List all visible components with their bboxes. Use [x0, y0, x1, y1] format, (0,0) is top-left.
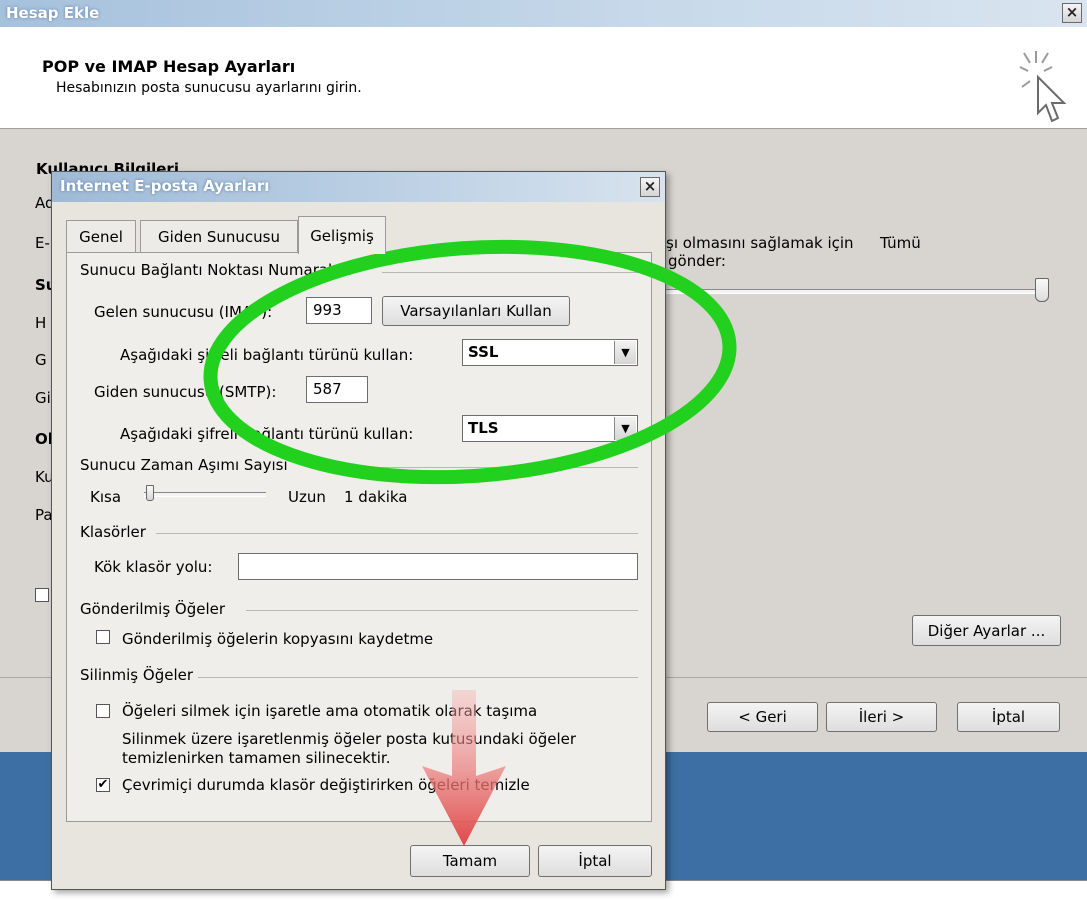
outgoing-server-label: Giden sunucusu (SMTP):: [94, 383, 277, 401]
page-subtitle: Hesabınızın posta sunucusu ayarlarını gi…: [56, 80, 362, 96]
page-title: POP ve IMAP Hesap Ayarları: [42, 57, 296, 76]
left-label-5: Gi: [35, 389, 51, 407]
incoming-encryption-label: Aşağıdaki şifreli bağlantı türünü kullan…: [120, 346, 414, 364]
outer-header: POP ve IMAP Hesap Ayarları Hesabınızın p…: [0, 27, 1087, 129]
mark-for-deletion-label: Öğeleri silmek için işaretle ama otomati…: [122, 702, 538, 720]
deletion-note-line2: temizlenirken tamamen silinecektir.: [122, 749, 391, 767]
next-button[interactable]: İleri >: [826, 702, 937, 732]
outer-checkbox[interactable]: [35, 588, 49, 602]
left-label-8: Pa: [35, 506, 53, 524]
tab-outgoing-server[interactable]: Giden Sunucusu: [140, 220, 298, 253]
outgoing-encryption-value: TLS: [468, 419, 499, 437]
ports-group-title: Sunucu Bağlantı Noktası Numaraları: [80, 261, 352, 279]
outer-close-button[interactable]: ×: [1062, 3, 1082, 23]
offline-slider-thumb[interactable]: [1035, 278, 1049, 302]
left-label-1: E-: [35, 234, 50, 252]
dialog-cancel-button[interactable]: İptal: [538, 845, 652, 877]
chevron-down-icon[interactable]: ▼: [614, 417, 636, 440]
sent-items-group-title: Gönderilmiş Öğeler: [80, 600, 226, 618]
purge-items-checkbox[interactable]: ✔: [96, 778, 110, 792]
save-sent-copy-label: Gönderilmiş öğelerin kopyasını kaydetme: [122, 630, 434, 648]
folders-group-title: Klasörler: [80, 523, 146, 541]
incoming-server-label: Gelen sunucusu (IMAP):: [94, 303, 273, 321]
timeout-short-label: Kısa: [90, 488, 122, 506]
timeout-value: 1 dakika: [344, 488, 408, 506]
outer-window-title: Hesap Ekle: [6, 4, 100, 22]
root-folder-label: Kök klasör yolu:: [94, 558, 213, 576]
offline-text-line2: gönder:: [668, 252, 726, 270]
ok-button[interactable]: Tamam: [410, 845, 530, 877]
other-settings-button[interactable]: Diğer Ayarlar ...: [912, 615, 1061, 646]
dialog-titlebar: Internet E-posta Ayarları ×: [52, 172, 665, 202]
back-button[interactable]: < Geri: [707, 702, 818, 732]
deletion-note-line1: Silinmek üzere işaretlenmiş öğeler posta…: [122, 730, 577, 748]
outer-titlebar: Hesap Ekle ×: [0, 0, 1087, 27]
offline-text-line1: şı olmasını sağlamak için: [666, 234, 854, 252]
incoming-encryption-select[interactable]: SSL ▼: [462, 339, 638, 366]
internet-email-settings-dialog: Internet E-posta Ayarları × Genel Giden …: [51, 171, 666, 890]
timeout-group-line: [342, 467, 638, 468]
outgoing-encryption-select[interactable]: TLS ▼: [462, 415, 638, 442]
timeout-long-label: Uzun: [288, 488, 326, 506]
incoming-port-input[interactable]: 993: [306, 297, 372, 324]
purge-items-label: Çevrimiçi durumda klasör değiştirirken ö…: [122, 776, 530, 794]
timeout-group-title: Sunucu Zaman Aşımı Sayısı: [80, 456, 288, 474]
use-defaults-button[interactable]: Varsayılanları Kullan: [382, 296, 570, 326]
save-sent-copy-checkbox[interactable]: [96, 630, 110, 644]
left-label-4: G: [35, 351, 47, 369]
wizard-cursor-icon: [1019, 51, 1067, 123]
timeout-slider-track: [144, 492, 266, 497]
outgoing-encryption-label: Aşağıdaki şifreli bağlantı türünü kullan…: [120, 425, 414, 443]
folders-group-line: [156, 533, 638, 534]
all-mail-label: Tümü: [880, 234, 921, 252]
outgoing-port-input[interactable]: 587: [306, 376, 368, 403]
outer-cancel-button[interactable]: İptal: [957, 702, 1060, 732]
dialog-close-button[interactable]: ×: [640, 177, 660, 197]
incoming-encryption-value: SSL: [468, 343, 499, 361]
tab-advanced[interactable]: Gelişmiş: [298, 216, 386, 254]
sent-items-group-line: [246, 610, 638, 611]
ports-group-line: [382, 272, 638, 273]
chevron-down-icon[interactable]: ▼: [614, 341, 636, 364]
dialog-title: Internet E-posta Ayarları: [60, 177, 270, 195]
root-folder-input[interactable]: [238, 553, 638, 580]
timeout-slider-thumb[interactable]: [146, 485, 155, 501]
mark-for-deletion-checkbox[interactable]: [96, 704, 110, 718]
tab-general[interactable]: Genel: [66, 220, 136, 253]
left-label-3: H: [35, 314, 47, 332]
offline-slider-track: [664, 289, 1044, 294]
deleted-items-group-title: Silinmiş Öğeler: [80, 666, 194, 684]
deleted-items-group-line: [198, 677, 638, 678]
